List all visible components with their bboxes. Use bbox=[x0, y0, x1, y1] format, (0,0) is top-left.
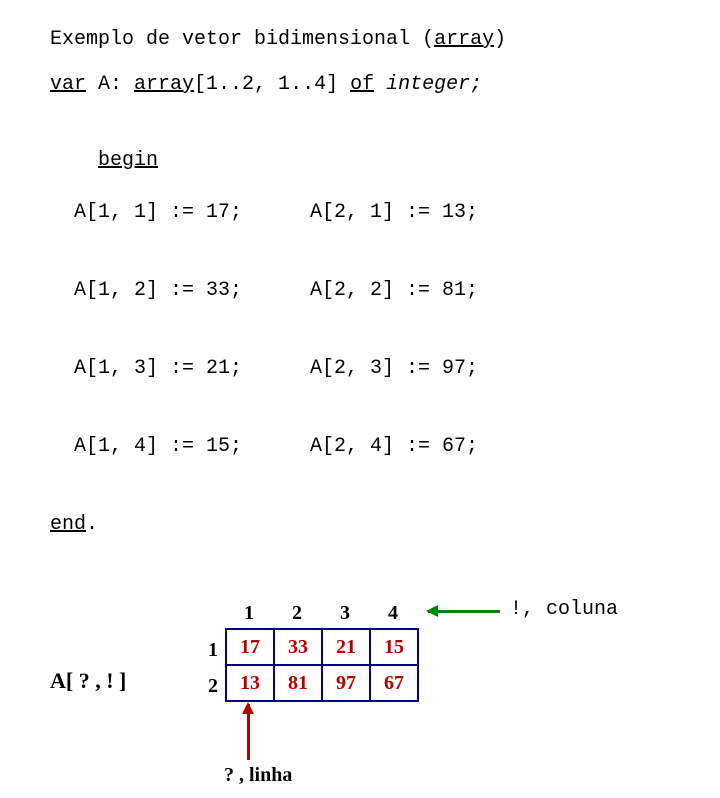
decl-after-var: A: bbox=[86, 73, 134, 96]
array-index-label: A[ ? , ! ] bbox=[50, 668, 126, 694]
col-header: 4 bbox=[369, 602, 417, 625]
code-right: A[2, 3] := 97; bbox=[310, 356, 478, 382]
row-header: 2 bbox=[200, 668, 218, 704]
matrix-cell: 15 bbox=[370, 629, 418, 665]
col-header: 1 bbox=[225, 602, 273, 625]
end-period: . bbox=[86, 513, 98, 536]
code-row: A[1, 2] := 33;A[2, 2] := 81; bbox=[50, 278, 720, 304]
decl-array: array bbox=[134, 73, 194, 96]
code-right: A[2, 1] := 13; bbox=[310, 200, 478, 226]
begin-kw: begin bbox=[98, 149, 158, 172]
matrix-cell: 97 bbox=[322, 665, 370, 701]
end-line: end. bbox=[50, 512, 720, 538]
decl-type: integer; bbox=[374, 73, 482, 96]
decl-of: of bbox=[350, 73, 374, 96]
row-header: 1 bbox=[200, 632, 218, 668]
row-headers: 1 2 bbox=[200, 632, 218, 704]
title-underlined: array bbox=[434, 28, 494, 51]
decl-bounds: [1..2, 1..4] bbox=[194, 73, 350, 96]
table-row: 13 81 97 67 bbox=[226, 665, 418, 701]
code-right: A[2, 2] := 81; bbox=[310, 278, 478, 304]
col-header: 2 bbox=[273, 602, 321, 625]
code-row: A[1, 3] := 21;A[2, 3] := 97; bbox=[50, 356, 720, 382]
code-left: A[1, 2] := 33; bbox=[50, 278, 310, 304]
title: Exemplo de vetor bidimensional (array) bbox=[50, 28, 720, 51]
matrix-table: 17 33 21 15 13 81 97 67 bbox=[225, 628, 419, 702]
matrix-cell: 33 bbox=[274, 629, 322, 665]
column-legend: !, coluna bbox=[510, 598, 618, 621]
code-row: A[1, 4] := 15;A[2, 4] := 67; bbox=[50, 434, 720, 460]
title-tail: ) bbox=[494, 28, 506, 51]
code-right: A[2, 4] := 67; bbox=[310, 434, 478, 460]
row-legend: ? , linha bbox=[224, 764, 292, 787]
decl-var: var bbox=[50, 73, 86, 96]
matrix-cell: 67 bbox=[370, 665, 418, 701]
matrix-cell: 17 bbox=[226, 629, 274, 665]
code-block: begin A[1, 1] := 17;A[2, 1] := 13; A[1, … bbox=[50, 122, 720, 590]
code-row: A[1, 1] := 17;A[2, 1] := 13; bbox=[50, 200, 720, 226]
col-header: 3 bbox=[321, 602, 369, 625]
code-left: A[1, 1] := 17; bbox=[50, 200, 310, 226]
matrix-cell: 13 bbox=[226, 665, 274, 701]
title-plain: Exemplo de vetor bidimensional ( bbox=[50, 28, 434, 51]
matrix-cell: 81 bbox=[274, 665, 322, 701]
arrow-left-icon bbox=[428, 610, 500, 612]
end-kw: end bbox=[50, 513, 86, 536]
column-headers: 1234 bbox=[225, 602, 417, 625]
code-left: A[1, 3] := 21; bbox=[50, 356, 310, 382]
code-left: A[1, 4] := 15; bbox=[50, 434, 310, 460]
declaration-line: var A: array[1..2, 1..4] of integer; bbox=[50, 73, 720, 96]
matrix-cell: 21 bbox=[322, 629, 370, 665]
arrow-up-icon bbox=[247, 704, 250, 760]
table-row: 17 33 21 15 bbox=[226, 629, 418, 665]
matrix-area: A[ ? , ! ] 1234 1 2 17 33 21 15 13 81 97… bbox=[50, 598, 720, 798]
